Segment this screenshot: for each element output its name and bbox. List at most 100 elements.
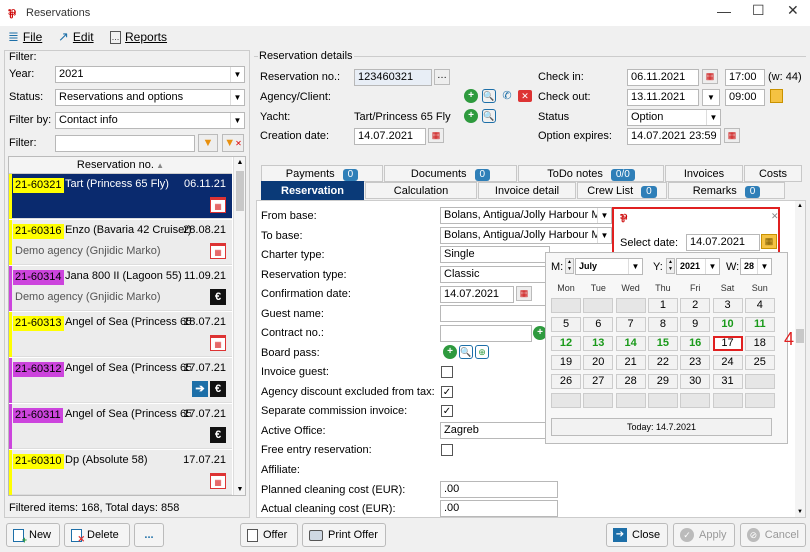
calendar-day[interactable]: 19 <box>551 355 581 370</box>
calendar-icon[interactable]: ▦ <box>428 128 444 143</box>
scroll-down-icon[interactable]: ▼ <box>795 507 805 517</box>
calendar-day[interactable]: 8 <box>647 317 678 332</box>
tab-remarks[interactable]: Remarks 0 <box>668 182 785 199</box>
scroll-down-icon[interactable]: ▼ <box>234 484 245 495</box>
scroll-up-icon[interactable]: ▲ <box>795 201 805 211</box>
contract-no-field[interactable] <box>440 325 532 342</box>
list-item[interactable]: 21-60314 Jana 800 II (Lagoon 55) 11.09.21 D… <box>9 266 232 311</box>
reservation-type-dropdown[interactable]: Classic <box>440 266 550 283</box>
calendar-day[interactable]: 1 <box>647 298 678 313</box>
delete-button[interactable]: ✕ Delete <box>64 523 130 547</box>
resno-more-button[interactable]: … <box>434 69 450 85</box>
menu-reports[interactable]: … Reports <box>110 26 167 48</box>
calendar-icon[interactable]: ▦ <box>516 286 532 301</box>
checkout-time-field[interactable]: 09:00 <box>725 89 765 106</box>
list-item[interactable]: 21-60312 Angel of Sea (Princess 65 17.07.2… <box>9 358 232 403</box>
calendar-day[interactable]: 12 <box>551 336 581 351</box>
year-picker-dropdown[interactable]: 2021 ▼ <box>676 258 720 275</box>
tab-crew-list[interactable]: Crew List 0 <box>577 182 667 199</box>
board-pass-extra-icon[interactable]: ⊕ <box>475 345 489 359</box>
tab-documents[interactable]: Documents 0 <box>384 165 517 182</box>
cancel-button[interactable]: ⊘ Cancel <box>740 523 806 547</box>
calendar-day[interactable]: 22 <box>647 355 678 370</box>
scroll-thumb[interactable] <box>236 171 244 211</box>
search-board-pass-icon[interactable]: 🔍 <box>459 345 473 359</box>
guest-name-field[interactable] <box>440 305 550 322</box>
scroll-up-icon[interactable]: ▲ <box>234 157 245 169</box>
calendar-day[interactable]: 29 <box>647 374 678 389</box>
calendar-day[interactable]: 30 <box>680 374 711 389</box>
resno-field[interactable]: 123460321 <box>354 69 432 86</box>
close-window-icon[interactable]: ✕ <box>787 2 799 19</box>
calendar-day[interactable]: 14 <box>615 336 646 351</box>
calendar-day[interactable]: 10 <box>712 317 743 332</box>
list-item[interactable]: 21-60310 Dp (Absolute 58) 17.07.21 ▦ <box>9 450 232 495</box>
month-dropdown[interactable]: July ▼ <box>575 258 643 275</box>
filter-input[interactable] <box>55 135 195 152</box>
invoice-guest-checkbox[interactable] <box>441 366 453 378</box>
calendar-day[interactable] <box>615 298 646 313</box>
calendar-day[interactable] <box>647 393 678 408</box>
calendar-day[interactable]: 21 <box>615 355 646 370</box>
calendar-day[interactable] <box>551 298 581 313</box>
print-offer-button[interactable]: Print Offer <box>302 523 386 547</box>
free-entry-checkbox[interactable] <box>441 444 453 456</box>
confirmation-date-field[interactable]: 14.07.2021 <box>440 286 514 303</box>
year-dropdown[interactable]: 2021 ▼ <box>55 66 245 83</box>
add-agency-icon[interactable]: + <box>464 89 478 103</box>
week-picker-dropdown[interactable]: 28 ▼ <box>740 258 772 275</box>
calendar-day[interactable]: 28 <box>615 374 646 389</box>
calendar-day[interactable]: 5 <box>551 317 581 332</box>
today-button[interactable]: Today: 14.7.2021 <box>551 418 772 436</box>
close-button[interactable]: ➔ Close <box>606 523 668 547</box>
calendar-day[interactable]: 23 <box>680 355 711 370</box>
funnel-icon[interactable]: ▼ <box>198 134 218 152</box>
new-button[interactable]: + New <box>6 523 60 547</box>
tab-reservation[interactable]: Reservation <box>261 181 364 200</box>
search-yacht-icon[interactable]: 🔍 <box>482 109 496 123</box>
checkout-dropdown-button[interactable]: ▼ <box>702 89 720 106</box>
calendar-day[interactable]: 31 <box>712 374 743 389</box>
scroll-thumb[interactable] <box>796 329 804 343</box>
menu-edit[interactable]: ↗ Edit <box>58 26 94 48</box>
separate-commission-checkbox[interactable]: ✓ <box>441 405 453 417</box>
calendar-day[interactable]: 15 <box>647 336 678 351</box>
option-expires-field[interactable]: 14.07.2021 23:59 <box>627 128 721 145</box>
filterby-dropdown[interactable]: Contact info ▼ <box>55 112 245 129</box>
minimize-icon[interactable]: — <box>717 3 731 19</box>
status-dropdown[interactable]: Reservations and options ▼ <box>55 89 245 106</box>
calendar-day[interactable]: 27 <box>583 374 614 389</box>
planned-cleaning-field[interactable]: .00 <box>440 481 558 498</box>
list-header[interactable]: Reservation no. ▲ <box>9 157 232 174</box>
apply-button[interactable]: ✓ Apply <box>673 523 735 547</box>
calendar-day[interactable]: 6 <box>583 317 614 332</box>
calendar-day[interactable]: 3 <box>712 298 743 313</box>
status-detail-dropdown[interactable]: Option ▼ <box>627 109 721 126</box>
calendar-day[interactable]: 2 <box>680 298 711 313</box>
calendar-day[interactable]: 26 <box>551 374 581 389</box>
calendar-day[interactable]: 4 <box>744 298 775 313</box>
search-agency-icon[interactable]: 🔍 <box>482 89 496 103</box>
calendar-icon[interactable]: ▦ <box>702 69 718 84</box>
tab-invoice-detail[interactable]: Invoice detail <box>478 182 576 199</box>
from-base-dropdown[interactable]: Bolans, Antigua/Jolly Harbour M... ▼ <box>440 207 612 224</box>
calendar-day[interactable] <box>680 393 711 408</box>
calendar-day[interactable] <box>583 298 614 313</box>
checkin-date-field[interactable]: 06.11.2021 <box>627 69 699 86</box>
month-spin-icon[interactable]: ▲ ▼ <box>565 258 574 274</box>
calendar-day[interactable] <box>615 393 646 408</box>
clear-filter-icon[interactable]: ▼✕ <box>222 134 244 152</box>
calendar-day[interactable]: 24 <box>712 355 743 370</box>
select-date-field[interactable]: 14.07.2021 <box>686 234 760 251</box>
calendar-day[interactable]: 9 <box>680 317 711 332</box>
checkin-time-field[interactable]: 17:00 <box>725 69 765 86</box>
remove-agency-icon[interactable]: ✕ <box>518 90 532 102</box>
creation-date-field[interactable]: 14.07.2021 <box>354 128 426 145</box>
list-item[interactable]: 21-60321 Tart (Princess 65 Fly) 06.11.21 ▦ <box>9 174 232 219</box>
tab-payments[interactable]: Payments 0 <box>261 165 383 182</box>
calendar-day[interactable]: 18 <box>744 336 775 351</box>
tab-costs[interactable]: Costs <box>744 165 802 182</box>
calendar-day[interactable]: 17 <box>712 336 743 351</box>
form-scrollbar[interactable]: ▲ ▼ <box>795 201 805 517</box>
calendar-day[interactable]: 13 <box>583 336 614 351</box>
